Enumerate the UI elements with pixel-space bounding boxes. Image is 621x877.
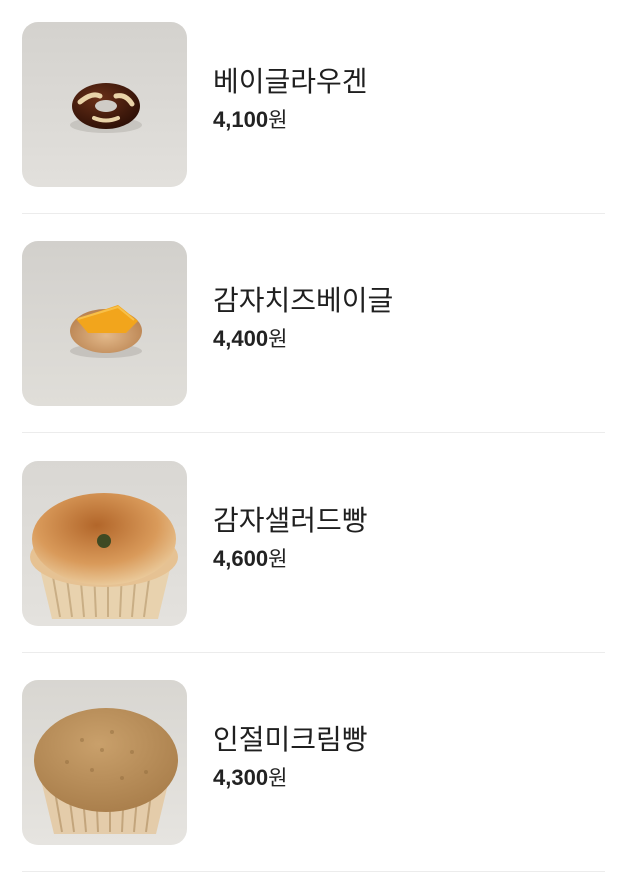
price-currency: 원 <box>268 108 288 132</box>
item-info: 베이글라우겐 4,100원 <box>213 64 368 134</box>
item-name: 베이글라우겐 <box>213 65 368 98</box>
item-name: 인절미크림빵 <box>213 723 368 756</box>
price-value: 4,100 <box>213 107 269 132</box>
item-price: 4,600원 <box>213 545 368 573</box>
pretzel-bagel-photo <box>22 22 187 187</box>
divider <box>22 871 605 872</box>
price-currency: 원 <box>268 327 288 351</box>
price-currency: 원 <box>268 766 288 790</box>
injeolmi-cream-bread-photo <box>22 680 187 845</box>
item-name: 감자샐러드빵 <box>213 504 368 537</box>
cheese-bagel-image[interactable] <box>22 241 187 406</box>
potato-salad-bread-image[interactable] <box>22 461 187 626</box>
item-info: 감자샐러드빵 4,600원 <box>213 503 368 573</box>
divider <box>22 432 605 433</box>
menu-list: 베이글라우겐 4,100원 감자치즈베이글 4,400원 감자샐러드빵 4,60… <box>0 0 621 874</box>
item-info: 감자치즈베이글 4,400원 <box>213 283 393 353</box>
price-currency: 원 <box>268 547 288 571</box>
price-value: 4,300 <box>213 765 269 790</box>
potato-salad-bread-photo <box>22 461 187 626</box>
price-value: 4,600 <box>213 546 269 571</box>
cheese-bagel-photo <box>22 241 187 406</box>
item-info: 인절미크림빵 4,300원 <box>213 722 368 792</box>
divider <box>22 652 605 653</box>
item-price: 4,400원 <box>213 325 393 353</box>
menu-item[interactable]: 감자샐러드빵 4,600원 <box>0 439 621 658</box>
menu-item[interactable]: 감자치즈베이글 4,400원 <box>0 219 621 438</box>
item-price: 4,100원 <box>213 106 368 134</box>
injeolmi-cream-bread-image[interactable] <box>22 680 187 845</box>
item-name: 감자치즈베이글 <box>213 284 394 317</box>
pretzel-bagel-image[interactable] <box>22 22 187 187</box>
price-value: 4,400 <box>213 326 269 351</box>
divider <box>22 213 605 214</box>
menu-item[interactable]: 베이글라우겐 4,100원 <box>0 0 621 219</box>
menu-item[interactable]: 인절미크림빵 4,300원 <box>0 658 621 877</box>
item-price: 4,300원 <box>213 764 368 792</box>
